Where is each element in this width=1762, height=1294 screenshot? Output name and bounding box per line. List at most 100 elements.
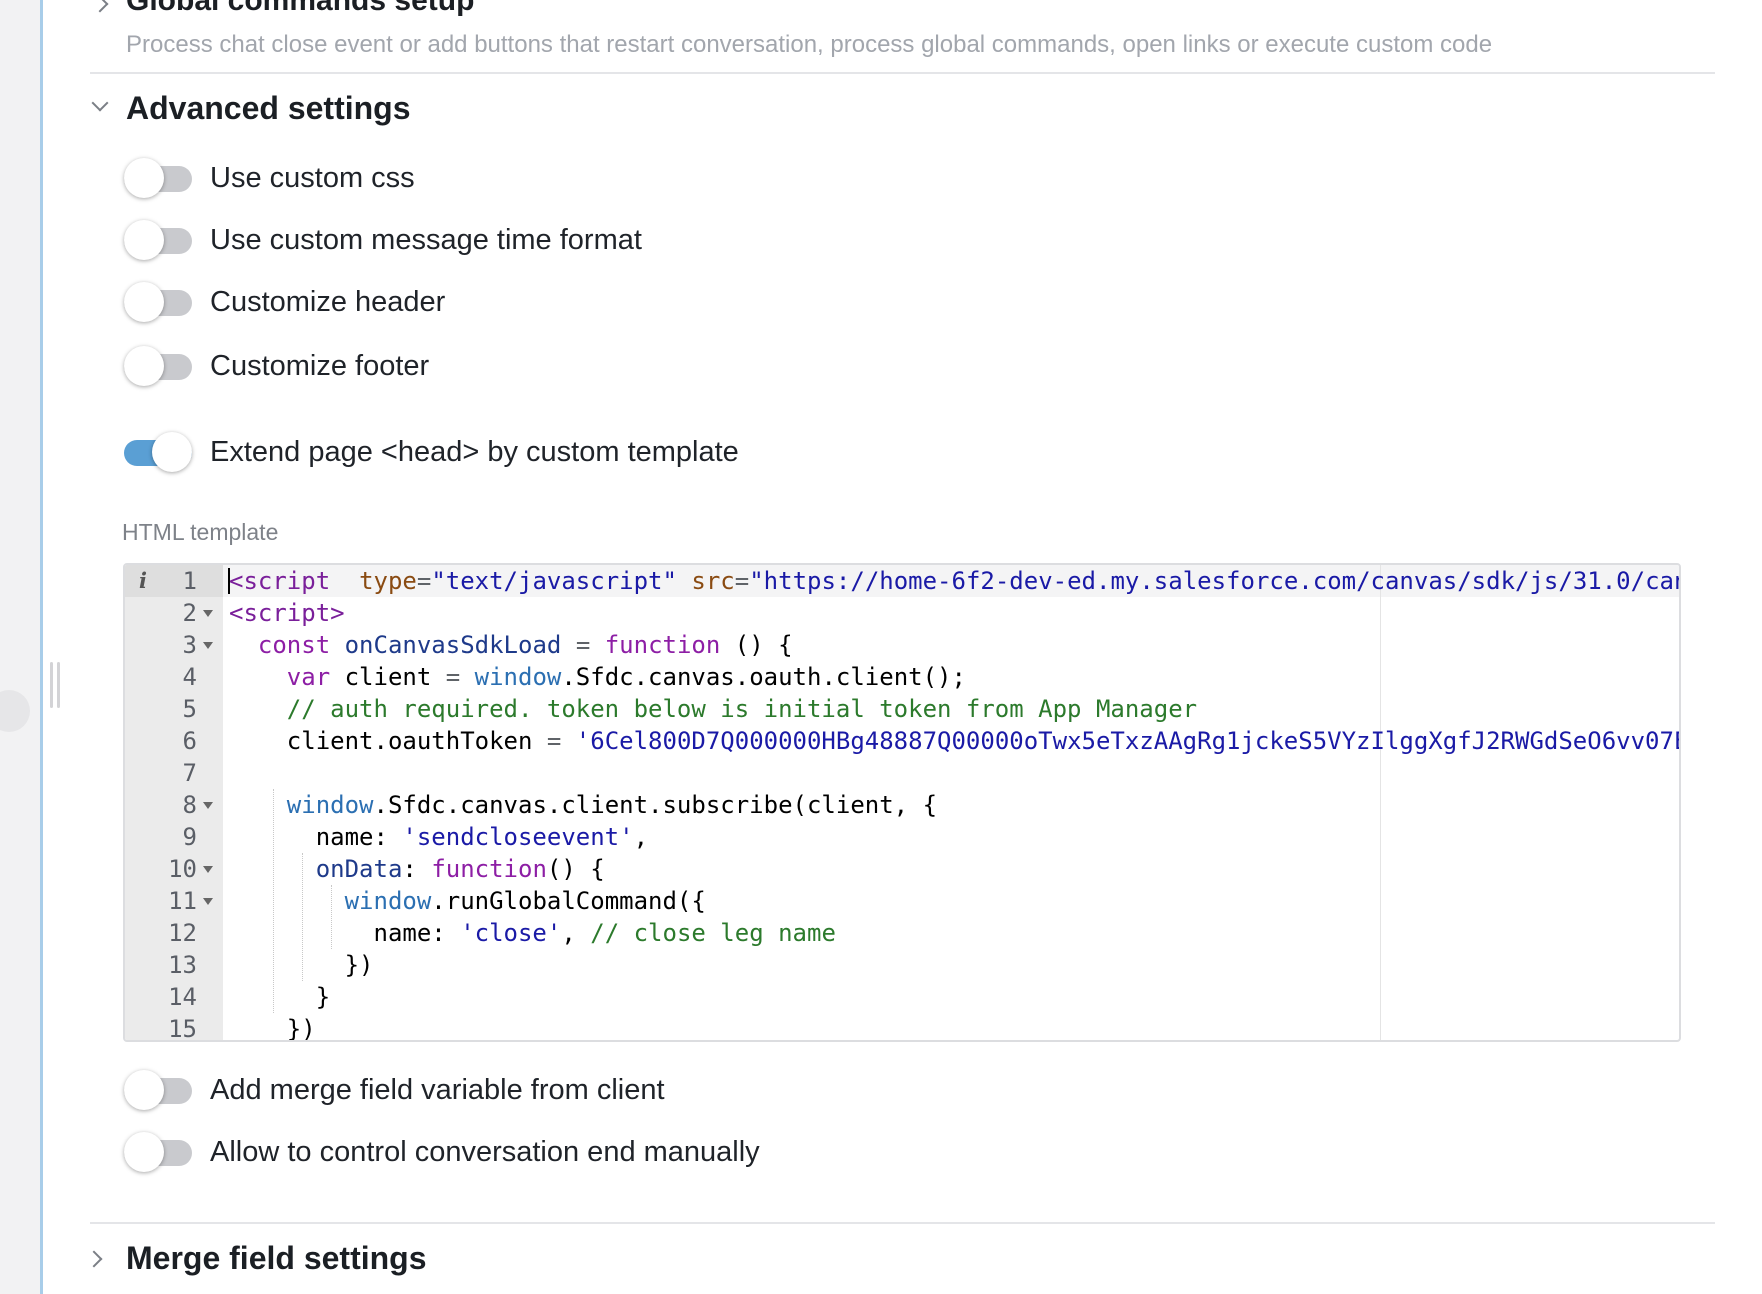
code-line[interactable]: 6 client.oauthToken = '6Cel800D7Q000000H… bbox=[125, 725, 1679, 757]
code-token: 'close' bbox=[460, 919, 562, 947]
chevron-right-icon[interactable] bbox=[85, 1250, 103, 1268]
section-title-merge-field-settings[interactable]: Merge field settings bbox=[126, 1240, 427, 1277]
code-line[interactable]: 8 window.Sfdc.canvas.client.subscribe(cl… bbox=[125, 789, 1679, 821]
code-line[interactable]: 3 const onCanvasSdkLoad = function () { bbox=[125, 629, 1679, 661]
html-template-code-editor[interactable]: i 1 <script type="text/javascript" src="ht… bbox=[123, 563, 1681, 1042]
code-token: client bbox=[330, 663, 446, 691]
toggle-label: Customize header bbox=[210, 285, 446, 318]
line-number: 10 bbox=[168, 855, 197, 883]
code-line[interactable]: 11 window.runGlobalCommand({ bbox=[125, 885, 1679, 917]
resize-handle[interactable] bbox=[50, 662, 62, 708]
code-line[interactable]: 14 } bbox=[125, 981, 1679, 1013]
code-token: = bbox=[546, 727, 562, 755]
code-line[interactable]: 12 name: 'close', // close leg name bbox=[125, 917, 1679, 949]
fold-arrow-icon[interactable] bbox=[203, 610, 213, 617]
code-token: = bbox=[575, 631, 591, 659]
code-token: '6Cel800D7Q000000HBg48887Q00000oTwx5eTxz… bbox=[575, 727, 1681, 755]
code-token: = bbox=[416, 567, 432, 595]
toggle-label: Add merge field variable from client bbox=[210, 1073, 665, 1106]
code-token: var bbox=[286, 663, 331, 691]
code-line[interactable]: 15 }) bbox=[125, 1013, 1679, 1042]
setting-add-merge-field-variable: Add merge field variable from client bbox=[124, 1068, 665, 1112]
chevron-down-icon[interactable] bbox=[91, 94, 109, 112]
toggle-label: Customize footer bbox=[210, 349, 430, 382]
toggle-control-conversation-end[interactable] bbox=[124, 1130, 192, 1174]
code-token: }) bbox=[229, 1015, 316, 1042]
code-text: var client = window.Sfdc.canvas.oauth.cl… bbox=[229, 661, 966, 693]
toggle-use-custom-css[interactable] bbox=[124, 156, 192, 200]
setting-customize-footer: Customize footer bbox=[124, 344, 429, 388]
code-token: window bbox=[344, 887, 432, 915]
code-lines: i 1 <script type="text/javascript" src="ht… bbox=[125, 565, 1679, 1042]
section-title-advanced-settings[interactable]: Advanced settings bbox=[126, 90, 411, 127]
toggle-add-merge-field-variable[interactable] bbox=[124, 1068, 192, 1112]
line-number: 9 bbox=[182, 823, 197, 851]
code-token: name: bbox=[229, 823, 403, 851]
line-number: 2 bbox=[182, 599, 197, 627]
code-token: const bbox=[257, 631, 331, 659]
code-token: name: bbox=[229, 919, 461, 947]
toggle-custom-message-time-format[interactable] bbox=[124, 218, 192, 262]
setting-use-custom-css: Use custom css bbox=[124, 156, 415, 200]
toggle-label: Extend page <head> by custom template bbox=[210, 435, 739, 468]
code-line[interactable]: 13 }) bbox=[125, 949, 1679, 981]
chevron-right-icon[interactable] bbox=[91, 0, 109, 13]
line-number: 13 bbox=[168, 951, 197, 979]
toggle-label: Use custom message time format bbox=[210, 223, 642, 256]
toggle-label: Allow to control conversation end manual… bbox=[210, 1135, 760, 1168]
line-number: 5 bbox=[182, 695, 197, 723]
line-number: 7 bbox=[182, 759, 197, 787]
code-token: "https://home-6f2-dev-ed.my.salesforce.c… bbox=[749, 567, 1681, 595]
code-text: client.oauthToken = '6Cel800D7Q000000HBg… bbox=[229, 725, 1681, 757]
line-number: 4 bbox=[182, 663, 197, 691]
toggle-customize-footer[interactable] bbox=[124, 344, 192, 388]
code-text: onData: function() { bbox=[229, 853, 605, 885]
code-line[interactable]: 5 // auth required. token below is initi… bbox=[125, 693, 1679, 725]
fold-arrow-icon[interactable] bbox=[203, 642, 213, 649]
section-description-global-commands: Process chat close event or add buttons … bbox=[126, 31, 1493, 58]
toggle-extend-page-head[interactable] bbox=[124, 430, 192, 474]
code-token: src bbox=[691, 567, 735, 595]
code-line[interactable]: 2 <script> bbox=[125, 597, 1679, 629]
fold-arrow-icon[interactable] bbox=[203, 802, 213, 809]
code-token: }) bbox=[229, 951, 374, 979]
code-token: onData bbox=[315, 855, 403, 883]
fold-arrow-icon[interactable] bbox=[203, 866, 213, 873]
section-divider bbox=[90, 1222, 1715, 1224]
code-text: }) bbox=[229, 949, 374, 981]
code-line[interactable]: i 1 <script type="text/javascript" src="ht… bbox=[125, 565, 1679, 597]
code-token: = bbox=[445, 663, 461, 691]
code-line[interactable]: 10 onData: function() { bbox=[125, 853, 1679, 885]
code-token: function bbox=[604, 631, 721, 659]
code-token: function bbox=[431, 855, 547, 883]
code-text: window.Sfdc.canvas.client.subscribe(clie… bbox=[229, 789, 937, 821]
toggle-customize-header[interactable] bbox=[124, 280, 192, 324]
line-number: 6 bbox=[182, 727, 197, 755]
rail-active-line bbox=[40, 0, 43, 1294]
code-token: window bbox=[286, 791, 374, 819]
code-text: window.runGlobalCommand({ bbox=[229, 885, 706, 917]
code-token: () { bbox=[546, 855, 605, 883]
code-token: onCanvasSdkLoad bbox=[344, 631, 562, 659]
line-number: 1 bbox=[182, 567, 197, 595]
code-text: } bbox=[229, 981, 330, 1013]
section-title-global-commands[interactable]: Global commands setup bbox=[126, 0, 474, 18]
code-token: .runGlobalCommand({ bbox=[431, 887, 706, 915]
code-token: = bbox=[734, 567, 750, 595]
code-token: , bbox=[561, 919, 591, 947]
fold-arrow-icon[interactable] bbox=[203, 898, 213, 905]
code-line[interactable]: 7 bbox=[125, 757, 1679, 789]
code-line[interactable]: 4 var client = window.Sfdc.canvas.oauth.… bbox=[125, 661, 1679, 693]
code-text: }) bbox=[229, 1013, 316, 1042]
code-token: window bbox=[474, 663, 562, 691]
code-line[interactable]: 9 name: 'sendcloseevent', bbox=[125, 821, 1679, 853]
